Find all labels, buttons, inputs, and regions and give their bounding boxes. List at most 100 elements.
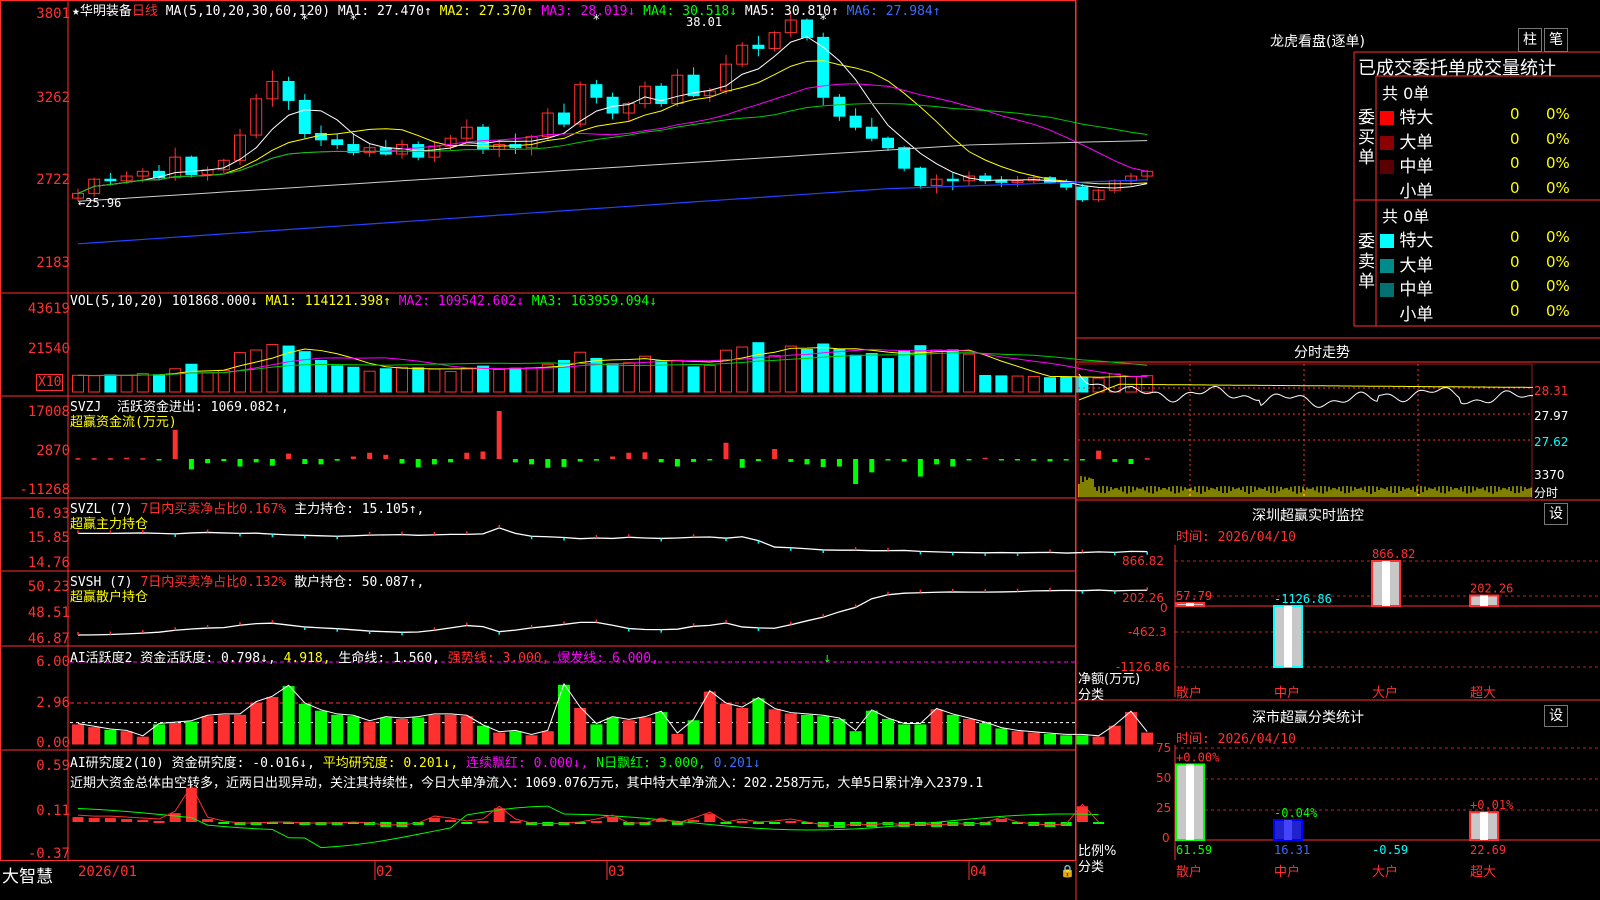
color-swatch: [1380, 307, 1394, 322]
svzj-ytick: 17008: [27, 404, 70, 420]
period-label[interactable]: 日线: [132, 4, 158, 19]
color-swatch: [1380, 111, 1394, 125]
activity-bar: [1027, 732, 1040, 745]
order-type-label: 小单: [1394, 304, 1434, 325]
activity-bar: [493, 732, 506, 745]
research-bar: [104, 818, 116, 822]
intraday-vol-label: 分时: [1534, 486, 1559, 500]
research-bar: [461, 822, 473, 824]
research-bar: [121, 819, 133, 822]
activity-bar: [185, 721, 198, 745]
ai2-ytick: -0.37: [27, 846, 70, 862]
order-percent: 0%: [1546, 301, 1570, 320]
activity-bar: [752, 698, 765, 745]
class-ytick: 75: [1156, 741, 1172, 755]
svzj-title: 超赢资金流(万元): [70, 415, 177, 430]
volume-bar: [428, 368, 441, 393]
fundflow-bar: [124, 457, 130, 460]
fundflow-bar: [286, 453, 292, 459]
ai2-header: AI研究度2(10) 资金研究度: -0.016↓, 平均研究度: 0.201↓…: [70, 752, 761, 771]
class-ytick: 50: [1156, 771, 1172, 785]
monitor-category-label: 中户: [1274, 685, 1300, 701]
activity-bar: [590, 724, 603, 745]
volume-bar: [88, 375, 101, 393]
volume-bar: [768, 355, 781, 393]
main-ytick: 3801: [36, 6, 70, 22]
star-icon[interactable]: ★: [72, 4, 80, 19]
activity-bar: [104, 729, 117, 745]
volume-bar: [1060, 376, 1073, 393]
research-bar: [202, 819, 214, 822]
svzl-hold: 主力持仓: 15.105↑,: [294, 502, 425, 517]
order-type-label: 特大: [1394, 231, 1434, 251]
research-bar: [218, 822, 230, 824]
fundflow-bar: [885, 459, 891, 461]
fundflow-bar: [75, 458, 81, 460]
class-category-label: 中户: [1274, 864, 1300, 880]
class-change-label: +0.00%: [1176, 750, 1220, 764]
fundflow-bar: [448, 459, 454, 463]
order-count: 0: [1510, 228, 1520, 246]
class-bar-shine: [1480, 812, 1488, 840]
order-row: 小单: [1380, 177, 1433, 202]
svsh-ytick: 48.51: [27, 605, 70, 621]
monitor-time: 时间: 2026/04/10: [1176, 530, 1296, 545]
candle-body: [606, 96, 619, 114]
activity-bar: [250, 702, 263, 745]
monitor-title: 深圳超赢实时监控: [1252, 508, 1364, 524]
research-bar: [72, 817, 84, 822]
svzl-ytick: 15.85: [27, 530, 70, 546]
monitor-category-label: 散户: [1176, 685, 1202, 701]
xaxis-label: 03: [608, 864, 625, 880]
svzl-ytick: 14.76: [27, 555, 70, 571]
candle-body: [298, 99, 311, 135]
svzl-ytick: 16.93: [27, 506, 70, 522]
order-percent: 0%: [1546, 277, 1570, 295]
volume-bar: [898, 350, 911, 393]
class-ytick: 0: [1162, 831, 1170, 845]
tick-mode-button[interactable]: 笔: [1544, 28, 1568, 52]
volume-bar: [298, 351, 311, 393]
activity-bar: [817, 716, 830, 745]
order-percent: 0%: [1546, 228, 1570, 246]
fundflow-bar: [658, 459, 664, 463]
monitor-settings-button[interactable]: 设: [1544, 503, 1568, 525]
class-change-label: -0.04%: [1274, 806, 1318, 820]
fundflow-bar: [188, 459, 194, 470]
candle-body: [817, 36, 830, 98]
class-category-label: 散户: [1176, 864, 1202, 880]
class-settings-button[interactable]: 设: [1544, 705, 1568, 727]
mainhold-line: [78, 527, 1148, 554]
bar-mode-button[interactable]: 柱: [1518, 28, 1542, 52]
research-bar: [688, 820, 700, 823]
fundflow-bar: [399, 459, 405, 464]
fundflow-bar: [836, 459, 842, 467]
research-bar: [153, 821, 165, 824]
activity-bar: [412, 717, 425, 745]
fundflow-bar: [1079, 459, 1085, 461]
volume-bar: [1141, 375, 1154, 393]
high-marker: 38.01: [686, 15, 723, 29]
fundflow-bar: [367, 452, 373, 459]
research-bar: [509, 821, 521, 824]
fundflow-bar: [253, 459, 259, 463]
fundflow-bar: [1015, 459, 1021, 461]
monitor-ytick: 202.26: [1122, 591, 1164, 605]
activity-bar: [1076, 735, 1089, 745]
svzl-desc: 7日内买卖净占比0.167%: [140, 502, 287, 517]
research-bar: [704, 814, 716, 822]
volume-bar: [703, 365, 716, 393]
order-percent: 0%: [1546, 252, 1570, 271]
sell-label: 委卖单: [1358, 232, 1375, 292]
fundflow-bar: [853, 459, 859, 485]
volume-bar: [185, 363, 198, 393]
fundflow-bar: [221, 459, 227, 462]
volume-bar: [201, 372, 214, 393]
fundflow-bar: [966, 459, 972, 461]
volume-bar: [331, 365, 344, 393]
activity-bar: [1141, 732, 1154, 745]
activity-bar: [1044, 733, 1056, 745]
candle-body: [849, 115, 862, 128]
volume-bar: [720, 349, 732, 393]
volume-bar: [882, 358, 894, 393]
